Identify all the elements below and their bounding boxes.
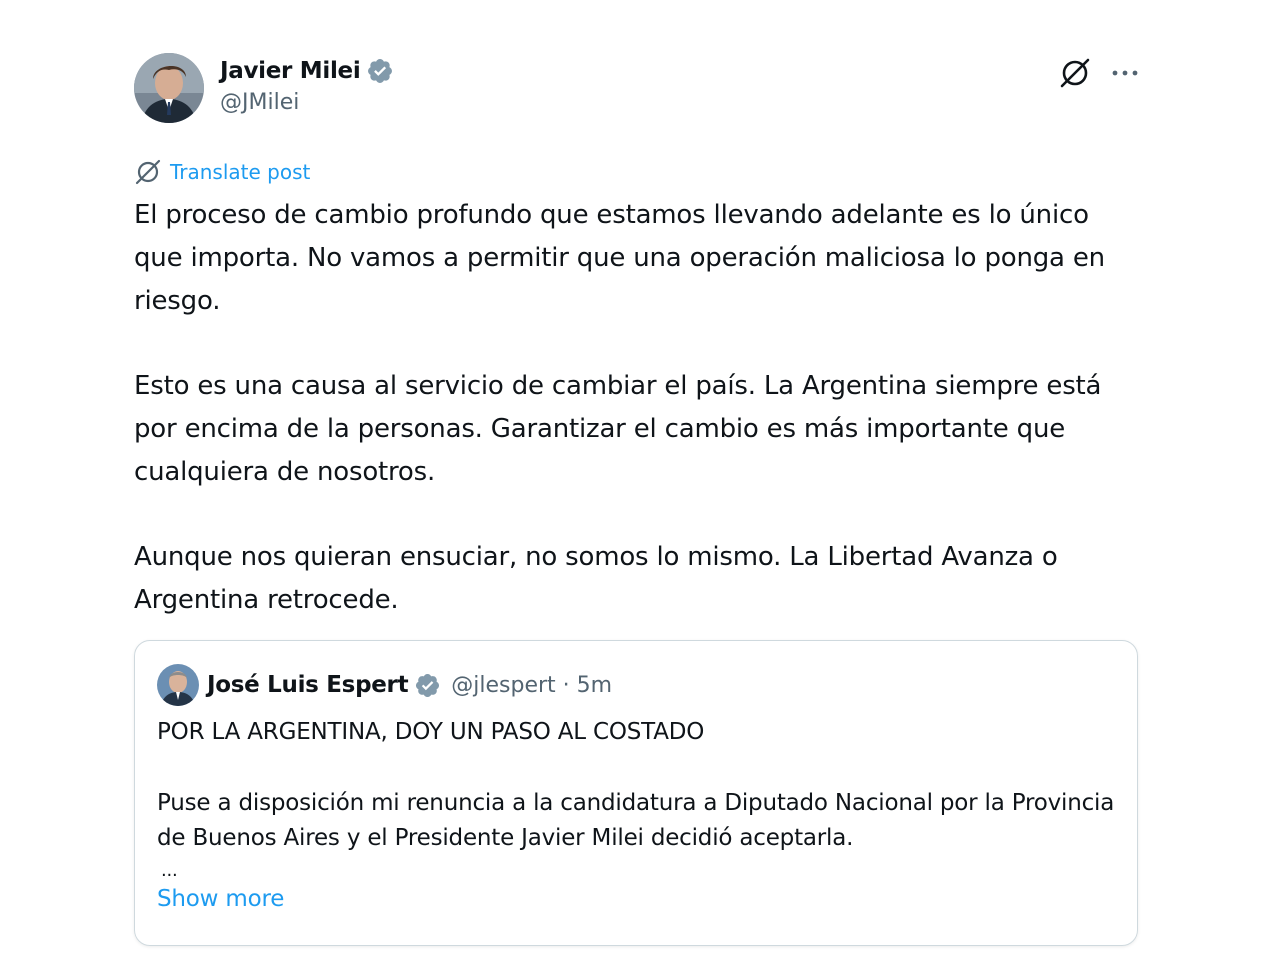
quoted-tweet[interactable]: José Luis Espert @jlespert · 5m POR LA A… <box>134 640 1138 946</box>
quoted-ellipsis: ... <box>161 860 178 881</box>
grok-icon[interactable] <box>1058 56 1092 90</box>
quoted-author-name[interactable]: José Luis Espert <box>207 672 409 698</box>
tweet: Javier Milei @JMilei Translate post El p… <box>134 50 1140 622</box>
quoted-author-avatar[interactable] <box>157 664 199 706</box>
author-handle[interactable]: @JMilei <box>220 90 394 115</box>
quoted-handle-and-time[interactable]: @jlespert · 5m <box>451 673 612 698</box>
translate-post-link[interactable]: Translate post <box>170 160 310 184</box>
quoted-title: POR LA ARGENTINA, DOY UN PASO AL COSTADO <box>157 719 705 745</box>
verified-badge-icon <box>416 673 440 697</box>
author-avatar[interactable] <box>134 53 204 123</box>
more-options-icon[interactable] <box>1110 58 1140 88</box>
show-more-link[interactable]: Show more <box>157 882 1117 916</box>
author-name[interactable]: Javier Milei <box>220 58 361 84</box>
tweet-paragraph: Aunque nos quieran ensuciar, no somos lo… <box>134 542 1058 615</box>
verified-badge-icon <box>368 59 393 83</box>
tweet-actions <box>1058 56 1140 90</box>
tweet-paragraph: Esto es una causa al servicio de cambiar… <box>134 371 1102 487</box>
author-info: Javier Milei @JMilei <box>220 56 394 115</box>
quoted-tweet-text: POR LA ARGENTINA, DOY UN PASO AL COSTADO… <box>157 715 1117 916</box>
quoted-paragraph: Puse a disposición mi renuncia a la cand… <box>157 790 1115 851</box>
tweet-header: Javier Milei @JMilei <box>134 50 1140 126</box>
quoted-tweet-header: José Luis Espert @jlespert · 5m <box>157 663 612 707</box>
translate-icon <box>135 159 161 185</box>
tweet-text: El proceso de cambio profundo que estamo… <box>134 194 1140 622</box>
tweet-paragraph: El proceso de cambio profundo que estamo… <box>134 200 1105 316</box>
translate-row: Translate post <box>134 156 1140 188</box>
